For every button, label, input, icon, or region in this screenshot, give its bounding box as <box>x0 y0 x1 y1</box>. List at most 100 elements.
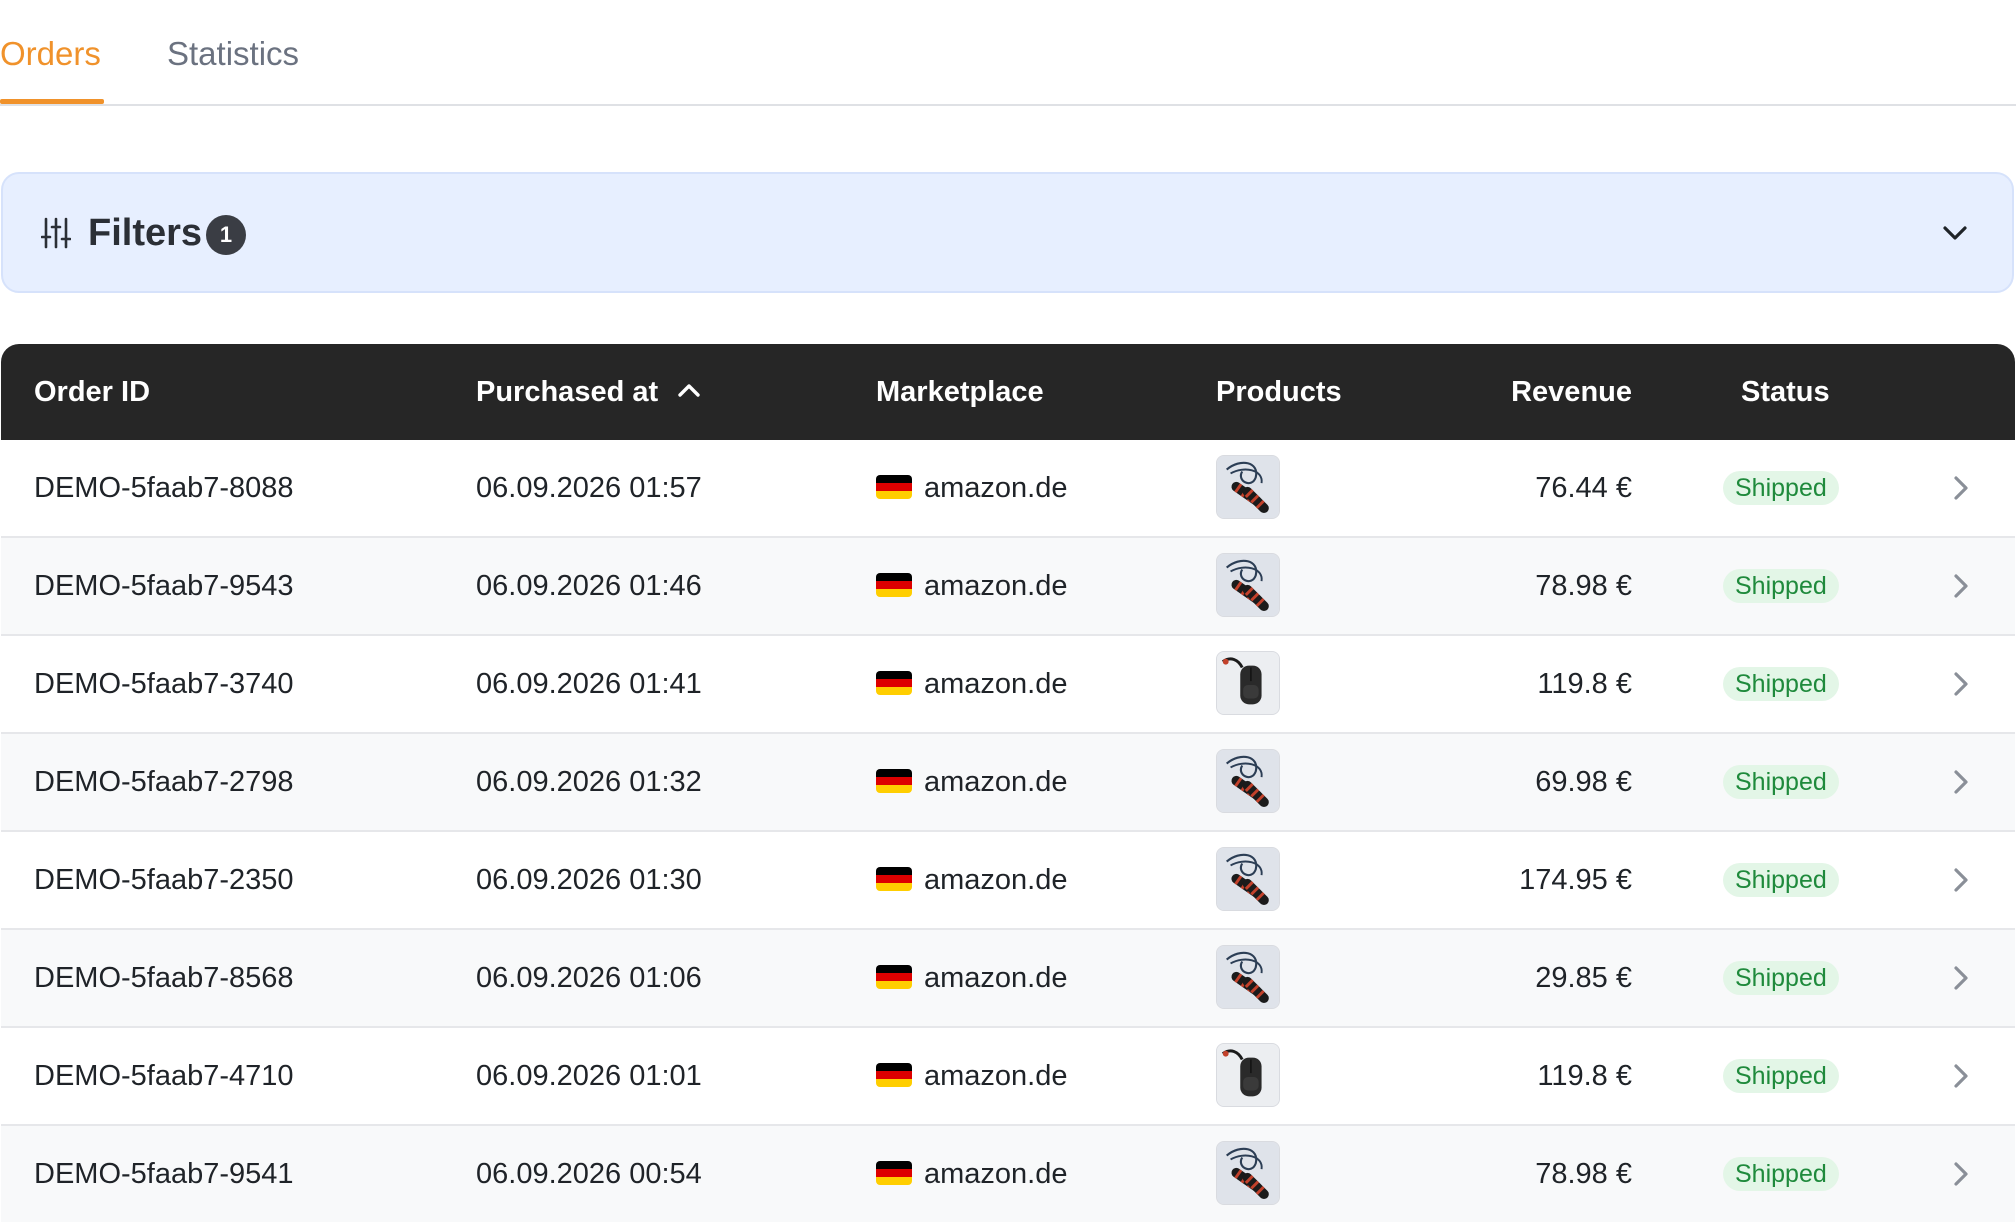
table-row[interactable]: DEMO-5faab7-2798 06.09.2026 01:32 amazon.d… <box>1 734 2015 832</box>
order-id: DEMO-5faab7-8088 <box>34 472 294 504</box>
chevron-right-icon[interactable] <box>1947 767 1975 797</box>
status-badge: Shipped <box>1723 1059 1839 1093</box>
revenue: 78.98 € <box>1535 1158 1632 1190</box>
active-tab-indicator <box>0 99 104 104</box>
order-id: DEMO-5faab7-2798 <box>34 766 294 798</box>
marketplace-label: amazon.de <box>924 1060 1068 1092</box>
product-thumbnail[interactable] <box>1216 1141 1280 1207</box>
product-thumbnail[interactable] <box>1216 1043 1280 1109</box>
tab-orders[interactable]: Orders <box>0 32 101 76</box>
chevron-right-icon[interactable] <box>1947 571 1975 601</box>
chevron-right-icon[interactable] <box>1947 669 1975 699</box>
germany-flag-icon <box>876 671 912 696</box>
marketplace-label: amazon.de <box>924 766 1068 798</box>
marketplace: amazon.de <box>876 734 1068 830</box>
jump-rope-icon <box>1216 847 1280 911</box>
marketplace: amazon.de <box>876 636 1068 732</box>
filters-panel-toggle[interactable]: Filters 1 <box>1 172 2014 293</box>
filters-count-badge: 1 <box>206 215 246 255</box>
chevron-right-icon[interactable] <box>1947 865 1975 895</box>
germany-flag-icon <box>876 1063 912 1088</box>
chevron-right-icon[interactable] <box>1947 473 1975 503</box>
chevron-right-icon[interactable] <box>1947 963 1975 993</box>
order-id: DEMO-5faab7-9543 <box>34 570 294 602</box>
marketplace-label: amazon.de <box>924 864 1068 896</box>
purchased-at: 06.09.2026 01:57 <box>476 472 702 504</box>
marketplace-label: amazon.de <box>924 472 1068 504</box>
revenue: 119.8 € <box>1537 668 1632 700</box>
jump-rope-icon <box>1216 455 1280 519</box>
revenue: 29.85 € <box>1535 962 1632 994</box>
status-badge-label: Shipped <box>1723 765 1839 799</box>
chevron-right-icon[interactable] <box>1947 1061 1975 1091</box>
marketplace: amazon.de <box>876 1126 1068 1222</box>
purchased-at: 06.09.2026 01:41 <box>476 668 702 700</box>
product-thumbnail[interactable] <box>1216 945 1280 1011</box>
status-badge: Shipped <box>1723 1157 1839 1191</box>
chevron-right-icon[interactable] <box>1947 1159 1975 1189</box>
table-row[interactable]: DEMO-5faab7-2350 06.09.2026 01:30 amazon.d… <box>1 832 2015 930</box>
product-thumbnail[interactable] <box>1216 455 1280 521</box>
column-header-products[interactable]: Products <box>1216 344 1342 440</box>
table-row[interactable]: DEMO-5faab7-8568 06.09.2026 01:06 amazon.d… <box>1 930 2015 1028</box>
table-row[interactable]: DEMO-5faab7-8088 06.09.2026 01:57 amazon.d… <box>1 440 2015 538</box>
marketplace-label: amazon.de <box>924 668 1068 700</box>
germany-flag-icon <box>876 475 912 500</box>
status-badge-label: Shipped <box>1723 1157 1839 1191</box>
revenue: 69.98 € <box>1535 766 1632 798</box>
order-id: DEMO-5faab7-4710 <box>34 1060 294 1092</box>
jump-rope-icon <box>1216 553 1280 617</box>
marketplace: amazon.de <box>876 538 1068 634</box>
chevron-up-icon <box>678 384 700 398</box>
table-row[interactable]: DEMO-5faab7-3740 06.09.2026 01:41 amazon.d… <box>1 636 2015 734</box>
column-header-purchased-at-label: Purchased at <box>476 376 659 408</box>
purchased-at: 06.09.2026 01:01 <box>476 1060 702 1092</box>
order-id: DEMO-5faab7-2350 <box>34 864 294 896</box>
tab-statistics[interactable]: Statistics <box>167 32 299 76</box>
marketplace: amazon.de <box>876 1028 1068 1124</box>
status-badge-label: Shipped <box>1723 471 1839 505</box>
status-badge-label: Shipped <box>1723 667 1839 701</box>
purchased-at: 06.09.2026 01:46 <box>476 570 702 602</box>
status-badge-label: Shipped <box>1723 961 1839 995</box>
jump-rope-icon <box>1216 945 1280 1009</box>
product-thumbnail[interactable] <box>1216 651 1280 717</box>
backpack-icon <box>1216 1043 1280 1107</box>
product-thumbnail[interactable] <box>1216 749 1280 815</box>
germany-flag-icon <box>876 965 912 990</box>
status-badge-label: Shipped <box>1723 1059 1839 1093</box>
revenue: 119.8 € <box>1537 1060 1632 1092</box>
status-badge: Shipped <box>1723 667 1839 701</box>
jump-rope-icon <box>1216 749 1280 813</box>
order-id: DEMO-5faab7-8568 <box>34 962 294 994</box>
marketplace: amazon.de <box>876 930 1068 1026</box>
table-row[interactable]: DEMO-5faab7-9543 06.09.2026 01:46 amazon.d… <box>1 538 2015 636</box>
germany-flag-icon <box>876 1161 912 1186</box>
column-header-purchased-at[interactable]: Purchased at <box>476 344 702 440</box>
status-badge: Shipped <box>1723 863 1839 897</box>
jump-rope-icon <box>1216 1141 1280 1205</box>
table-row[interactable]: DEMO-5faab7-4710 06.09.2026 01:01 amazon.d… <box>1 1028 2015 1126</box>
marketplace: amazon.de <box>876 440 1068 536</box>
product-thumbnail[interactable] <box>1216 553 1280 619</box>
column-header-order-id[interactable]: Order ID <box>34 344 150 440</box>
column-header-revenue[interactable]: Revenue <box>1511 344 1632 440</box>
chevron-down-icon[interactable] <box>1940 218 1970 248</box>
backpack-icon <box>1216 651 1280 715</box>
purchased-at: 06.09.2026 01:06 <box>476 962 702 994</box>
marketplace-label: amazon.de <box>924 570 1068 602</box>
orders-page: Orders Statistics Filters 1 Order ID Pur… <box>0 0 2016 1222</box>
purchased-at: 06.09.2026 01:30 <box>476 864 702 896</box>
revenue: 76.44 € <box>1535 472 1632 504</box>
status-badge: Shipped <box>1723 765 1839 799</box>
column-header-status[interactable]: Status <box>1741 344 1830 440</box>
status-badge-label: Shipped <box>1723 569 1839 603</box>
table-row[interactable]: DEMO-5faab7-9541 06.09.2026 00:54 amazon.d… <box>1 1126 2015 1222</box>
product-thumbnail[interactable] <box>1216 847 1280 913</box>
status-badge: Shipped <box>1723 961 1839 995</box>
status-badge: Shipped <box>1723 471 1839 505</box>
order-id: DEMO-5faab7-3740 <box>34 668 294 700</box>
sliders-icon <box>41 217 71 249</box>
status-badge-label: Shipped <box>1723 863 1839 897</box>
column-header-marketplace[interactable]: Marketplace <box>876 344 1044 440</box>
